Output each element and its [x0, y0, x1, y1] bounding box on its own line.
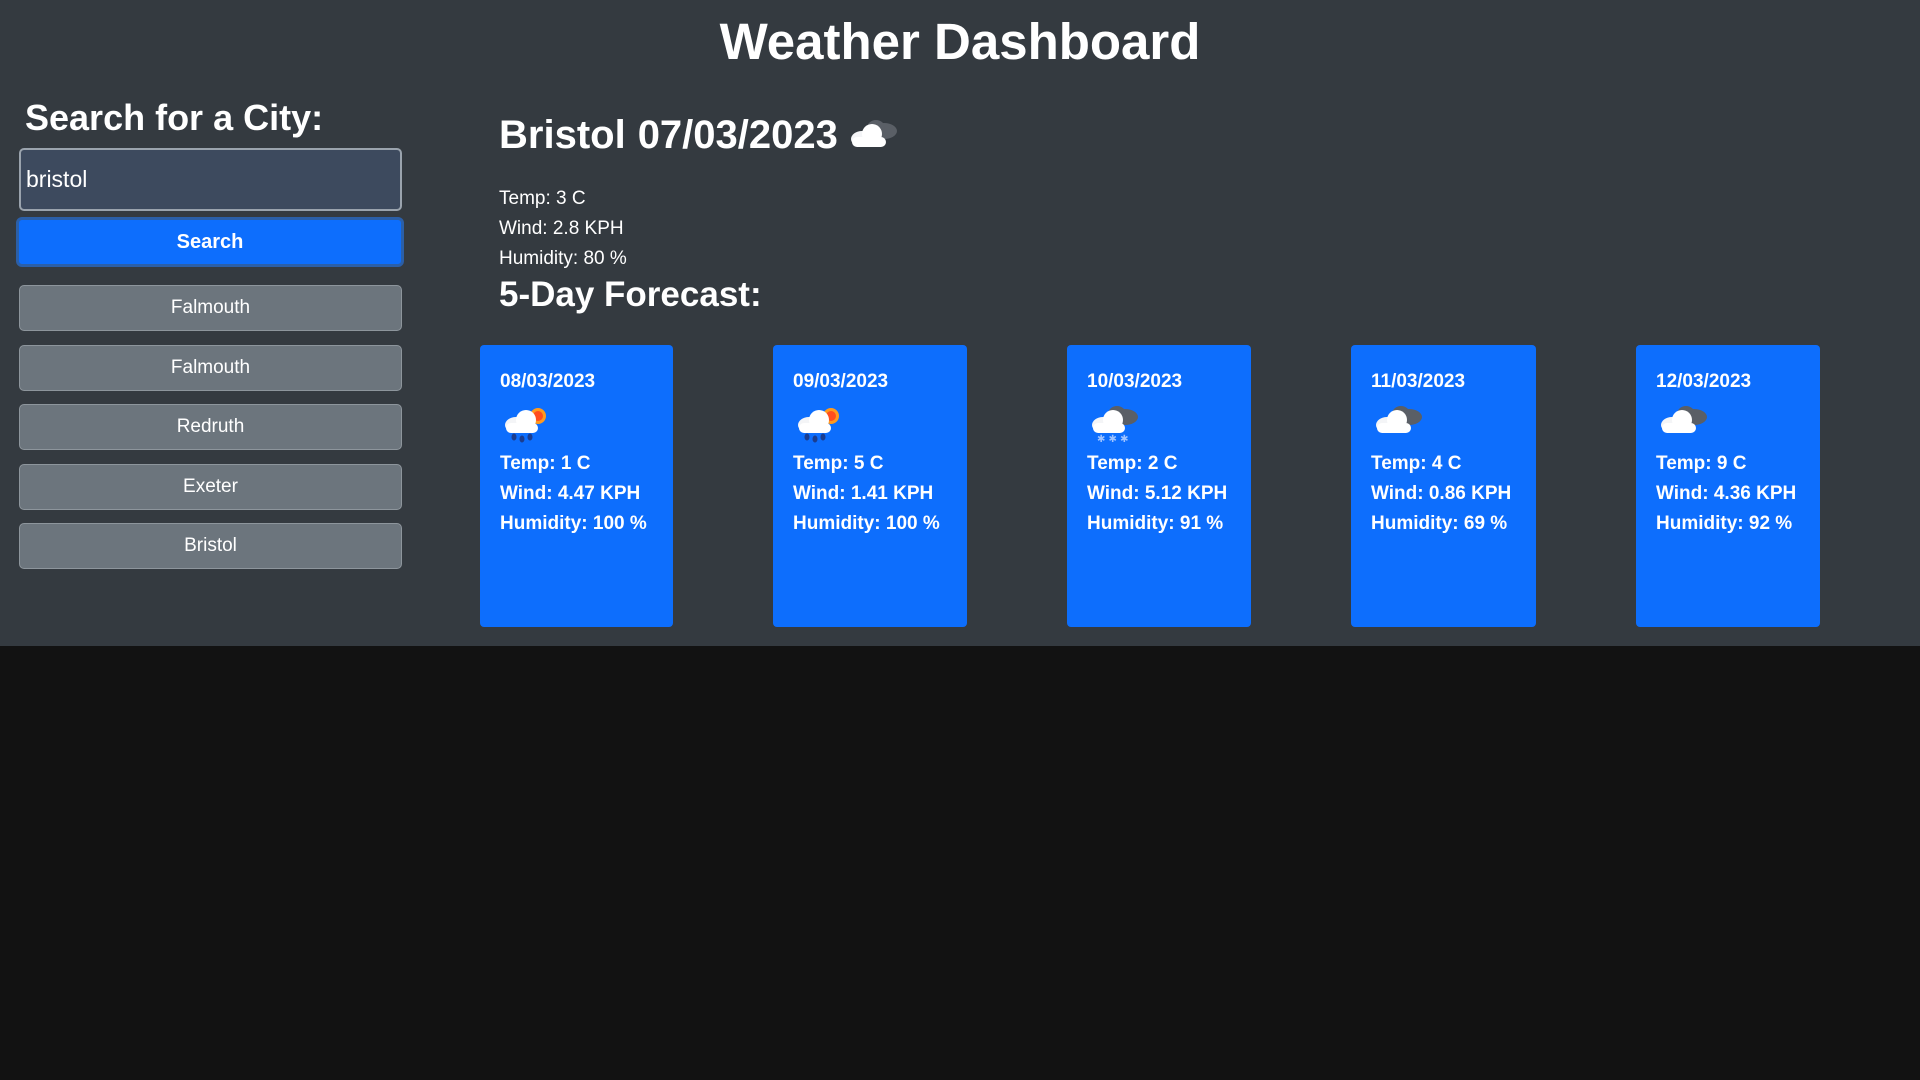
current-wind: Wind: 2.8 KPH: [499, 218, 624, 239]
city-search-input[interactable]: [19, 148, 402, 211]
rain-sun-icon: [505, 408, 546, 443]
forecast-stats: Temp: 4 C Wind: 0.86 KPH Humidity: 69 %: [1371, 449, 1536, 539]
svg-text:✱ ✱ ✱: ✱ ✱ ✱: [1097, 434, 1129, 443]
forecast-humidity: Humidity: 69 %: [1371, 513, 1508, 534]
current-weather-title: Bristol 07/03/2023: [499, 108, 902, 162]
cloud-icon: [1661, 406, 1707, 433]
forecast-stats: Temp: 5 C Wind: 1.41 KPH Humidity: 100 %: [793, 449, 967, 539]
current-temp: Temp: 3 C: [499, 188, 586, 209]
cloud-icon: [850, 120, 897, 147]
forecast-temp: Temp: 9 C: [1656, 453, 1747, 474]
forecast-card: 08/03/2023 Temp: 1 C Wind: 4.47 KPH Humi…: [480, 345, 673, 627]
forecast-card: 12/03/2023 Temp: 9 C Wind: 4.36 KPH Humi…: [1636, 345, 1820, 627]
history-button-exeter[interactable]: Exeter: [19, 464, 402, 510]
snow-cloud-icon: ✱ ✱ ✱: [1092, 406, 1138, 443]
forecast-date: 08/03/2023: [500, 371, 596, 392]
forecast-card: 10/03/2023 ✱ ✱ ✱ Temp: 2 C Wind: 5.12 KP…: [1067, 345, 1251, 627]
search-button[interactable]: Search: [16, 217, 404, 267]
forecast-humidity: Humidity: 100 %: [793, 513, 940, 534]
forecast-date: 09/03/2023: [793, 371, 889, 392]
forecast-temp: Temp: 4 C: [1371, 453, 1462, 474]
forecast-date: 12/03/2023: [1656, 371, 1752, 392]
forecast-wind: Wind: 4.36 KPH: [1656, 483, 1797, 504]
forecast-wind: Wind: 0.86 KPH: [1371, 483, 1512, 504]
forecast-stats: Temp: 9 C Wind: 4.36 KPH Humidity: 92 %: [1656, 449, 1820, 539]
forecast-stats: Temp: 1 C Wind: 4.47 KPH Humidity: 100 %: [500, 449, 673, 539]
forecast-temp: Temp: 5 C: [793, 453, 884, 474]
history-button-redruth[interactable]: Redruth: [19, 404, 402, 450]
forecast-card: 09/03/2023 Temp: 5 C Wind: 1.41 KPH Humi…: [773, 345, 967, 627]
dashboard-panel: Weather Dashboard Search for a City: Sea…: [0, 0, 1920, 646]
page-title: Weather Dashboard: [719, 13, 1201, 70]
current-humidity: Humidity: 80 %: [499, 248, 627, 269]
forecast-humidity: Humidity: 91 %: [1087, 513, 1224, 534]
forecast-date: 11/03/2023: [1371, 371, 1466, 392]
forecast-humidity: Humidity: 92 %: [1656, 513, 1793, 534]
forecast-humidity: Humidity: 100 %: [500, 513, 647, 534]
forecast-wind: Wind: 4.47 KPH: [500, 483, 641, 504]
search-heading: Search for a City:: [25, 97, 324, 138]
forecast-date: 10/03/2023: [1087, 371, 1183, 392]
forecast-heading: 5-Day Forecast:: [499, 275, 762, 314]
forecast-wind: Wind: 5.12 KPH: [1087, 483, 1228, 504]
forecast-stats: Temp: 2 C Wind: 5.12 KPH Humidity: 91 %: [1087, 449, 1251, 539]
current-date: 07/03/2023: [637, 113, 838, 157]
forecast-temp: Temp: 2 C: [1087, 453, 1178, 474]
history-button-falmouth[interactable]: Falmouth: [19, 345, 402, 391]
current-city: Bristol: [499, 113, 626, 157]
forecast-card: 11/03/2023 Temp: 4 C Wind: 0.86 KPH Humi…: [1351, 345, 1536, 627]
rain-sun-icon: [798, 408, 839, 443]
forecast-wind: Wind: 1.41 KPH: [793, 483, 934, 504]
history-button-falmouth[interactable]: Falmouth: [19, 285, 402, 331]
history-button-bristol[interactable]: Bristol: [19, 523, 402, 569]
cloud-icon: [1376, 406, 1422, 433]
forecast-temp: Temp: 1 C: [500, 453, 591, 474]
